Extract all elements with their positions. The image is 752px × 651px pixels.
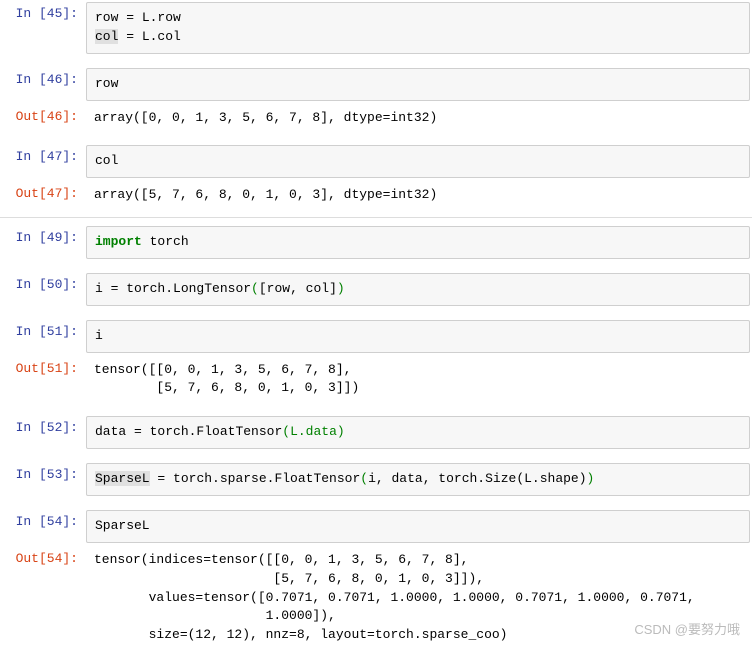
code-text: L.row bbox=[134, 10, 181, 25]
code-text: = bbox=[126, 29, 134, 44]
paren-close: ) bbox=[587, 471, 595, 486]
code-cell-45: In [45]: row = L.row col = L.col bbox=[0, 0, 752, 56]
paren-open: ( bbox=[251, 281, 259, 296]
code-text: torch.sparse.FloatTensor bbox=[165, 471, 360, 486]
code-text-highlight: SparseL bbox=[95, 471, 150, 486]
code-text: i, data, torch.Size(L.shape) bbox=[368, 471, 586, 486]
paren-close: ) bbox=[337, 281, 345, 296]
code-text: row bbox=[95, 10, 126, 25]
code-text: L.col bbox=[134, 29, 181, 44]
code-text: torch.FloatTensor bbox=[142, 424, 282, 439]
output-cell-54: Out[54]: tensor(indices=tensor([[0, 0, 1… bbox=[0, 545, 752, 651]
code-input[interactable]: i = torch.LongTensor([row, col]) bbox=[86, 273, 750, 306]
prompt-out: Out[47]: bbox=[0, 180, 86, 207]
prompt-in: In [46]: bbox=[0, 66, 86, 93]
output-cell-47: Out[47]: array([5, 7, 6, 8, 0, 1, 0, 3],… bbox=[0, 180, 752, 211]
output-text: array([0, 0, 1, 3, 5, 6, 7, 8], dtype=in… bbox=[86, 103, 752, 134]
paren-open: ( bbox=[360, 471, 368, 486]
code-text: i bbox=[95, 328, 103, 343]
prompt-out: Out[51]: bbox=[0, 355, 86, 382]
paren-open: ( bbox=[282, 424, 290, 439]
prompt-in: In [53]: bbox=[0, 461, 86, 488]
code-text: row bbox=[95, 76, 118, 91]
code-cell-49: In [49]: import torch bbox=[0, 224, 752, 261]
output-text: array([5, 7, 6, 8, 0, 1, 0, 3], dtype=in… bbox=[86, 180, 752, 211]
code-cell-47: In [47]: col bbox=[0, 143, 752, 180]
output-line: [5, 7, 6, 8, 0, 1, 0, 3]]), bbox=[94, 571, 484, 586]
output-text: tensor(indices=tensor([[0, 0, 1, 3, 5, 6… bbox=[86, 545, 752, 651]
output-cell-51: Out[51]: tensor([[0, 0, 1, 3, 5, 6, 7, 8… bbox=[0, 355, 752, 405]
code-input[interactable]: data = torch.FloatTensor(L.data) bbox=[86, 416, 750, 449]
code-text: L.data bbox=[290, 424, 337, 439]
prompt-out: Out[46]: bbox=[0, 103, 86, 130]
code-text: torch bbox=[142, 234, 189, 249]
output-line: tensor([[0, 0, 1, 3, 5, 6, 7, 8], bbox=[94, 362, 351, 377]
output-line: array([0, 0, 1, 3, 5, 6, 7, 8], dtype=in… bbox=[94, 110, 437, 125]
code-cell-51: In [51]: i bbox=[0, 318, 752, 355]
code-input[interactable]: SparseL = torch.sparse.FloatTensor(i, da… bbox=[86, 463, 750, 496]
prompt-in: In [51]: bbox=[0, 318, 86, 345]
code-text: i bbox=[95, 281, 111, 296]
output-line: size=(12, 12), nnz=8, layout=torch.spars… bbox=[94, 627, 507, 642]
code-cell-46: In [46]: row bbox=[0, 66, 752, 103]
prompt-in: In [49]: bbox=[0, 224, 86, 251]
code-text: SparseL bbox=[95, 518, 150, 533]
output-line: [5, 7, 6, 8, 0, 1, 0, 3]]) bbox=[94, 380, 359, 395]
prompt-in: In [52]: bbox=[0, 414, 86, 441]
prompt-in: In [54]: bbox=[0, 508, 86, 535]
code-cell-52: In [52]: data = torch.FloatTensor(L.data… bbox=[0, 414, 752, 451]
code-text: torch.LongTensor bbox=[118, 281, 251, 296]
code-text: = bbox=[126, 10, 134, 25]
prompt-out: Out[54]: bbox=[0, 545, 86, 572]
prompt-in: In [45]: bbox=[0, 0, 86, 27]
code-cell-54: In [54]: SparseL bbox=[0, 508, 752, 545]
output-line: 1.0000]), bbox=[94, 608, 336, 623]
code-text: = bbox=[134, 424, 142, 439]
code-input[interactable]: i bbox=[86, 320, 750, 353]
code-input[interactable]: SparseL bbox=[86, 510, 750, 543]
code-text-highlight: col bbox=[95, 29, 118, 44]
code-text: data bbox=[95, 424, 134, 439]
output-line: tensor(indices=tensor([[0, 0, 1, 3, 5, 6… bbox=[94, 552, 468, 567]
output-text: tensor([[0, 0, 1, 3, 5, 6, 7, 8], [5, 7,… bbox=[86, 355, 752, 405]
output-cell-46: Out[46]: array([0, 0, 1, 3, 5, 6, 7, 8],… bbox=[0, 103, 752, 134]
code-input[interactable]: row bbox=[86, 68, 750, 101]
output-line: array([5, 7, 6, 8, 0, 1, 0, 3], dtype=in… bbox=[94, 187, 437, 202]
prompt-in: In [47]: bbox=[0, 143, 86, 170]
code-input[interactable]: row = L.row col = L.col bbox=[86, 2, 750, 54]
prompt-in: In [50]: bbox=[0, 271, 86, 298]
code-text: [row, col] bbox=[259, 281, 337, 296]
output-line: values=tensor([0.7071, 0.7071, 1.0000, 1… bbox=[94, 590, 695, 605]
code-cell-53: In [53]: SparseL = torch.sparse.FloatTen… bbox=[0, 461, 752, 498]
keyword-import: import bbox=[95, 234, 142, 249]
code-cell-50: In [50]: i = torch.LongTensor([row, col]… bbox=[0, 271, 752, 308]
code-input[interactable]: import torch bbox=[86, 226, 750, 259]
paren-close: ) bbox=[337, 424, 345, 439]
code-text: col bbox=[95, 153, 118, 168]
code-input[interactable]: col bbox=[86, 145, 750, 178]
